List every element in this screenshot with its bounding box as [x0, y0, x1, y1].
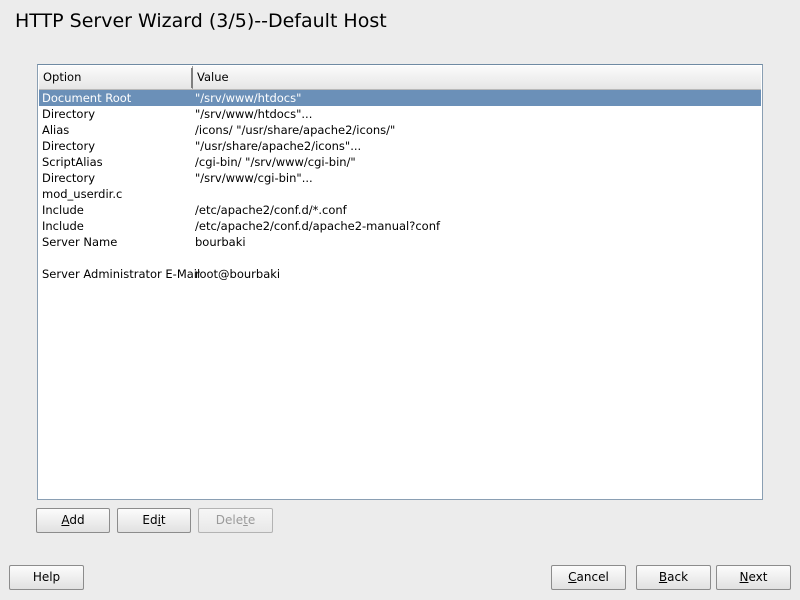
table-row[interactable]: Include/etc/apache2/conf.d/apache2-manua… — [39, 218, 761, 234]
value-cell: /etc/apache2/conf.d/apache2-manual?conf — [195, 219, 441, 233]
table-row[interactable]: Server Name bourbaki — [39, 234, 761, 250]
value-cell: "/srv/www/cgi-bin"... — [195, 171, 313, 185]
cancel-button[interactable]: Cancel — [551, 565, 626, 590]
window-title: HTTP Server Wizard (3/5)--Default Host — [15, 10, 387, 32]
options-table[interactable]: Option Value Document Root "/srv/www/htdo… — [37, 64, 763, 500]
option-cell: Include — [42, 219, 84, 233]
help-button[interactable]: Help — [9, 565, 84, 590]
option-cell: Directory — [42, 139, 96, 153]
back-button[interactable]: Back — [636, 565, 711, 590]
option-cell: Directory — [42, 171, 96, 185]
delete-button[interactable]: Delete — [198, 508, 273, 533]
value-cell: /etc/apache2/conf.d/*.conf — [195, 203, 347, 217]
option-cell: Server Administrator E-Mail — [42, 267, 201, 281]
option-cell: Include — [42, 203, 84, 217]
value-cell: bourbaki — [195, 235, 246, 249]
table-row[interactable]: Document Root "/srv/www/htdocs" — [39, 90, 761, 106]
value-cell: /icons/ "/usr/share/apache2/icons/" — [195, 123, 396, 137]
column-header-value[interactable]: Value — [193, 66, 229, 89]
option-cell: Server Name — [42, 235, 118, 249]
table-row[interactable]: Alias/icons/ "/usr/share/apache2/icons/" — [39, 122, 761, 138]
option-cell: Alias — [42, 123, 70, 137]
value-cell: /cgi-bin/ "/srv/www/cgi-bin/" — [195, 155, 356, 169]
table-row[interactable] — [39, 250, 761, 266]
next-button[interactable]: Next — [716, 565, 791, 590]
table-row[interactable]: Directory "/srv/www/cgi-bin"... — [39, 170, 761, 186]
edit-button[interactable]: Edit — [117, 508, 191, 533]
table-row[interactable]: Directory "/srv/www/htdocs"... — [39, 106, 761, 122]
table-row[interactable]: Server Administrator E-Mail root@bourbaki — [39, 266, 761, 282]
column-header-option[interactable]: Option — [39, 66, 193, 89]
table-header: Option Value — [39, 66, 761, 90]
table-row[interactable]: ScriptAlias/cgi-bin/ "/srv/www/cgi-bin/" — [39, 154, 761, 170]
option-cell: Document Root — [42, 91, 132, 105]
table-body: Document Root "/srv/www/htdocs" Directory… — [39, 90, 761, 282]
table-row[interactable]: Include/etc/apache2/conf.d/*.conf — [39, 202, 761, 218]
option-cell: Directory — [42, 107, 96, 121]
table-row[interactable]: Directory "/usr/share/apache2/icons"... — [39, 138, 761, 154]
option-cell: ScriptAlias — [42, 155, 103, 169]
option-cell: mod_userdir.c — [42, 187, 123, 201]
add-button[interactable]: Add — [36, 508, 110, 533]
value-cell: root@bourbaki — [195, 267, 281, 281]
value-cell: "/usr/share/apache2/icons"... — [195, 139, 362, 153]
value-cell: "/srv/www/htdocs" — [195, 91, 302, 105]
table-row[interactable]: mod_userdir.c — [39, 186, 761, 202]
value-cell: "/srv/www/htdocs"... — [195, 107, 313, 121]
